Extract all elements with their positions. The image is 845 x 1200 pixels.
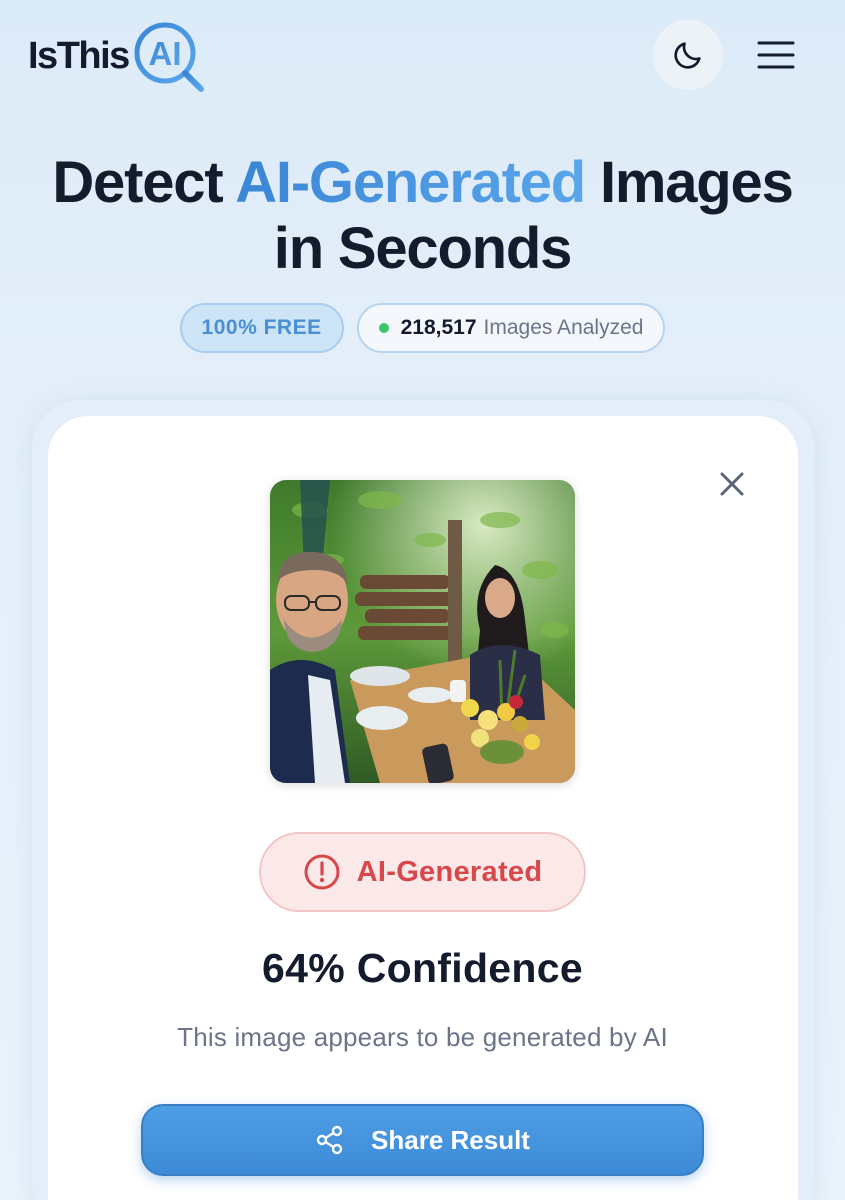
share-result-label: Share Result — [371, 1124, 530, 1155]
menu-button[interactable] — [750, 30, 802, 80]
free-badge: 100% FREE — [179, 303, 344, 353]
theme-toggle-button[interactable] — [653, 20, 723, 90]
hero-title-part: Images — [585, 150, 794, 215]
hero-title-accent: AI-Generated — [235, 150, 586, 215]
hero-title-line2: in Seconds — [273, 216, 573, 281]
confidence-score: 64% Confidence — [262, 945, 583, 991]
status-dot — [378, 323, 389, 333]
verdict-label: AI-Generated — [356, 855, 543, 888]
selfie-photo — [270, 480, 575, 783]
close-icon — [720, 472, 744, 496]
site-header: IsThis AI — [0, 0, 845, 110]
site-logo[interactable]: IsThis AI — [28, 18, 205, 94]
moon-icon — [674, 42, 701, 69]
logo-text: IsThis — [28, 34, 130, 77]
share-result-button[interactable]: Share Result — [141, 1104, 704, 1176]
analyzed-label: Images Analyzed — [483, 316, 644, 339]
alert-circle-icon — [304, 854, 340, 890]
close-button[interactable] — [714, 466, 750, 502]
analyzed-count-badge: 218,517 Images Analyzed — [356, 303, 666, 353]
result-description: This image appears to be generated by AI — [177, 1022, 668, 1052]
hero-title: Detect AI-Generated Images in Seconds — [0, 150, 845, 282]
hamburger-menu-icon — [757, 41, 795, 69]
stats-badges: 100% FREE 218,517 Images Analyzed — [0, 303, 845, 353]
analyzed-count: 218,517 — [400, 316, 477, 339]
logo-mark-text: AI — [148, 35, 181, 72]
analyzed-image — [270, 480, 575, 783]
share-icon — [316, 1125, 343, 1155]
logo-magnifier-icon: AI — [131, 19, 205, 93]
hero-title-part: Detect — [52, 150, 236, 215]
verdict-badge: AI-Generated — [259, 832, 586, 912]
